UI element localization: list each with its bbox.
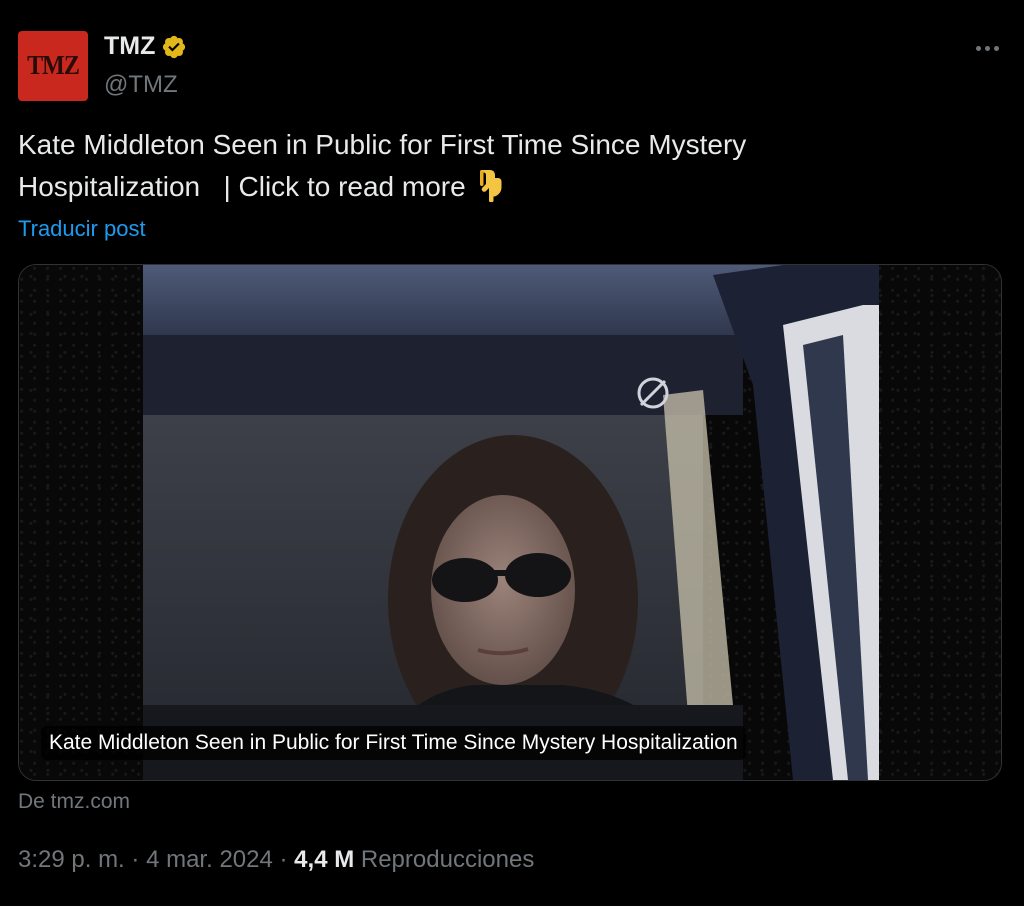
post-text-line-2: Hospitalization | Click to read more (18, 166, 898, 208)
click-to-read-more: Click to read more (238, 171, 466, 202)
media-card[interactable]: Kate Middleton Seen in Public for First … (18, 264, 1002, 781)
more-dot (993, 45, 999, 51)
post-meta: 3:29 p. m. · 4 mar. 2024 · 4,4 M Reprodu… (18, 846, 534, 874)
post-text-line-2-text: Hospitalization (18, 171, 201, 202)
post-date[interactable]: 4 mar. 2024 (146, 846, 273, 873)
meta-separator: · (279, 846, 288, 873)
media-caption: Kate Middleton Seen in Public for First … (41, 726, 746, 760)
translate-post-link[interactable]: Traducir post (18, 216, 146, 242)
pointing-down-icon (479, 170, 502, 202)
verified-badge-icon[interactable] (161, 34, 187, 60)
separator: | (200, 171, 238, 202)
avatar[interactable]: TMZ (18, 31, 88, 101)
display-name[interactable]: TMZ (104, 32, 155, 61)
meta-separator: · (131, 846, 140, 873)
views-label: Reproducciones (360, 846, 535, 873)
handle[interactable]: @TMZ (104, 71, 178, 99)
separator-bar: | (223, 171, 231, 202)
tmz-logo: TMZ (27, 50, 80, 81)
more-options-icon[interactable] (972, 36, 1002, 60)
post-text: Kate Middleton Seen in Public for First … (18, 124, 898, 208)
views-count: 4,4 M (294, 846, 355, 873)
source-link[interactable]: De tmz.com (18, 790, 130, 814)
tweet-card: TMZ TMZ @TMZ Kate Middleton Seen in Publ… (0, 0, 1024, 906)
more-dot (975, 45, 981, 51)
post-text-line-1: Kate Middleton Seen in Public for First … (18, 129, 747, 160)
more-dot (984, 45, 990, 51)
media-photo (143, 265, 879, 780)
post-time[interactable]: 3:29 p. m. (18, 846, 125, 873)
display-name-row: TMZ (104, 32, 187, 61)
